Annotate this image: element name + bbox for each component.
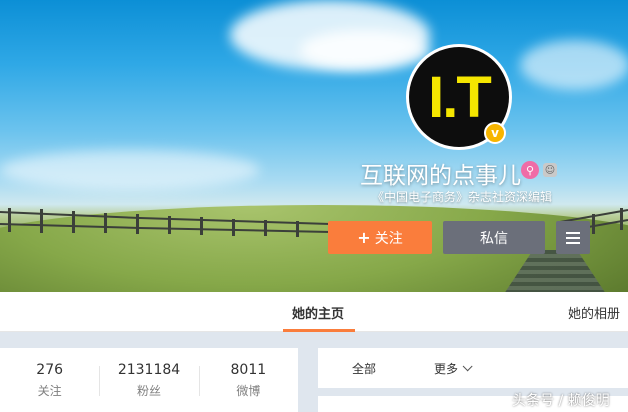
watermark: 头条号 / 赖俊明 <box>512 393 610 409</box>
profile-counts: 276 关注 2131184 粉丝 8011 微博 <box>0 348 298 412</box>
verified-badge-icon[interactable]: v <box>484 122 506 144</box>
count-followers[interactable]: 2131184 粉丝 <box>99 348 198 412</box>
plus-icon: + <box>357 228 371 247</box>
count-label: 关注 <box>37 384 62 398</box>
member-level-icon[interactable]: ⚲ <box>521 161 539 179</box>
count-value: 2131184 <box>117 362 181 378</box>
tab-album[interactable]: 她的相册 <box>568 303 620 322</box>
follow-button-label: 关注 <box>374 230 403 247</box>
message-button[interactable]: 私信 <box>443 221 545 254</box>
active-tab-indicator <box>283 329 355 332</box>
profile-tabs: 她的主页 她的相册 <box>0 292 628 332</box>
count-label: 微博 <box>236 384 261 398</box>
filter-more-label: 更多 <box>434 362 459 376</box>
tab-home[interactable]: 她的主页 <box>292 303 344 322</box>
menu-icon <box>566 241 580 244</box>
profile-description: 《中国电子商务》杂志社资深编辑 <box>372 190 553 204</box>
count-label: 粉丝 <box>136 384 161 398</box>
menu-button[interactable] <box>556 221 590 254</box>
count-posts[interactable]: 8011 微博 <box>198 348 298 412</box>
filter-more-dropdown[interactable]: 更多 <box>434 360 473 377</box>
feed-filter-bar: 全部 更多 <box>318 348 628 388</box>
filter-all[interactable]: 全部 <box>352 360 376 377</box>
chevron-down-icon <box>462 361 473 372</box>
robot-icon[interactable]: ☺ <box>543 163 557 177</box>
profile-nickname: 互联网的点事儿 <box>360 163 521 189</box>
menu-icon <box>566 236 580 239</box>
count-following[interactable]: 276 关注 <box>0 348 99 412</box>
count-value: 8011 <box>230 362 267 378</box>
count-value: 276 <box>36 362 64 378</box>
menu-icon <box>566 231 580 234</box>
follow-button[interactable]: + 关注 <box>328 221 432 254</box>
